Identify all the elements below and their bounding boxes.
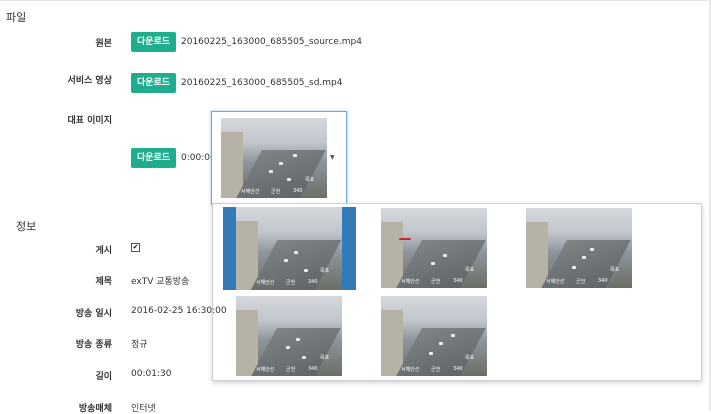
length-value: 00:01:30 bbox=[131, 369, 172, 379]
osd-top-right: 목포 bbox=[305, 177, 315, 183]
thumbnail-label: 대표 이미지 bbox=[67, 116, 112, 126]
osd-middle: 군천 bbox=[286, 280, 296, 286]
original-label: 원본 bbox=[95, 39, 112, 49]
osd-left: 서해안선 bbox=[546, 279, 565, 285]
chevron-down-icon[interactable]: ▼ bbox=[330, 154, 335, 161]
osd-left: 서해안선 bbox=[401, 279, 420, 285]
service-video-filename[interactable]: 20160225_163000_685505_sd.mp4 bbox=[181, 78, 343, 88]
thumbnail-option-1[interactable]: 서해안선 군천 340 목포 bbox=[223, 207, 356, 290]
air-type-label: 방송 종류 bbox=[75, 340, 112, 350]
thumbnail-dropdown: 서해안선 군천 340 목포 서해안선 군천 340 목포 서해안선 군천 34… bbox=[212, 203, 702, 381]
thumbnail-option-2[interactable]: 서해안선 군천 340 목포 bbox=[381, 208, 487, 288]
length-label: 길이 bbox=[95, 372, 112, 382]
osd-right: 340 bbox=[453, 366, 463, 372]
original-filename[interactable]: 20160225_163000_685505_source.mp4 bbox=[181, 37, 362, 47]
osd-middle: 군천 bbox=[576, 279, 586, 285]
osd-top-right: 목포 bbox=[320, 355, 330, 361]
osd-middle: 군천 bbox=[271, 189, 281, 195]
thumbnail-select[interactable]: 서해안선 군천 340 목포 ▼ bbox=[211, 111, 347, 205]
osd-middle: 군천 bbox=[431, 279, 441, 285]
service-video-label: 서비스 영상 bbox=[67, 76, 112, 86]
osd-right: 340 bbox=[308, 279, 318, 285]
medium-label: 방송매체 bbox=[78, 404, 112, 414]
osd-left: 서해안선 bbox=[256, 367, 275, 373]
osd-right: 340 bbox=[453, 278, 463, 284]
top-border bbox=[0, 0, 711, 1]
title-label: 제목 bbox=[95, 277, 112, 287]
osd-top-right: 목포 bbox=[465, 355, 475, 361]
osd-left: 서해안선 bbox=[256, 280, 275, 286]
osd-left: 서해안선 bbox=[401, 367, 420, 373]
thumbnail-option-5[interactable]: 서해안선 군천 340 목포 bbox=[381, 296, 487, 376]
osd-right: 340 bbox=[308, 366, 318, 372]
original-download-button[interactable]: 다운로드 bbox=[131, 32, 176, 52]
osd-right: 340 bbox=[293, 188, 303, 194]
osd-left: 서해안선 bbox=[241, 189, 260, 195]
title-value: exTV 교통방송 bbox=[131, 277, 190, 287]
osd-top-right: 목포 bbox=[465, 267, 475, 273]
air-datetime-value: 2016-02-25 16:30:00 bbox=[131, 306, 227, 316]
osd-top-right: 목포 bbox=[610, 267, 620, 273]
thumbnail-option-4[interactable]: 서해안선 군천 340 목포 bbox=[236, 296, 342, 376]
publish-checkbox[interactable]: ✔ bbox=[131, 243, 140, 252]
osd-middle: 군천 bbox=[431, 367, 441, 373]
air-type-value: 정규 bbox=[131, 340, 148, 350]
selected-thumbnail-image: 서해안선 군천 340 목포 bbox=[221, 118, 327, 198]
medium-value: 인터넷 bbox=[131, 404, 156, 414]
service-video-download-button[interactable]: 다운로드 bbox=[131, 73, 176, 93]
thumbnail-option-3[interactable]: 서해안선 군천 340 목포 bbox=[526, 208, 632, 288]
publish-label: 게시 bbox=[95, 246, 112, 256]
thumbnail-download-button[interactable]: 다운로드 bbox=[131, 148, 176, 168]
air-datetime-label: 방송 일시 bbox=[75, 309, 112, 319]
osd-right: 340 bbox=[598, 278, 608, 284]
info-section-title: 정보 bbox=[16, 220, 37, 233]
osd-top-right: 목포 bbox=[320, 268, 330, 274]
file-section-title: 파일 bbox=[6, 11, 27, 24]
osd-middle: 군천 bbox=[286, 367, 296, 373]
